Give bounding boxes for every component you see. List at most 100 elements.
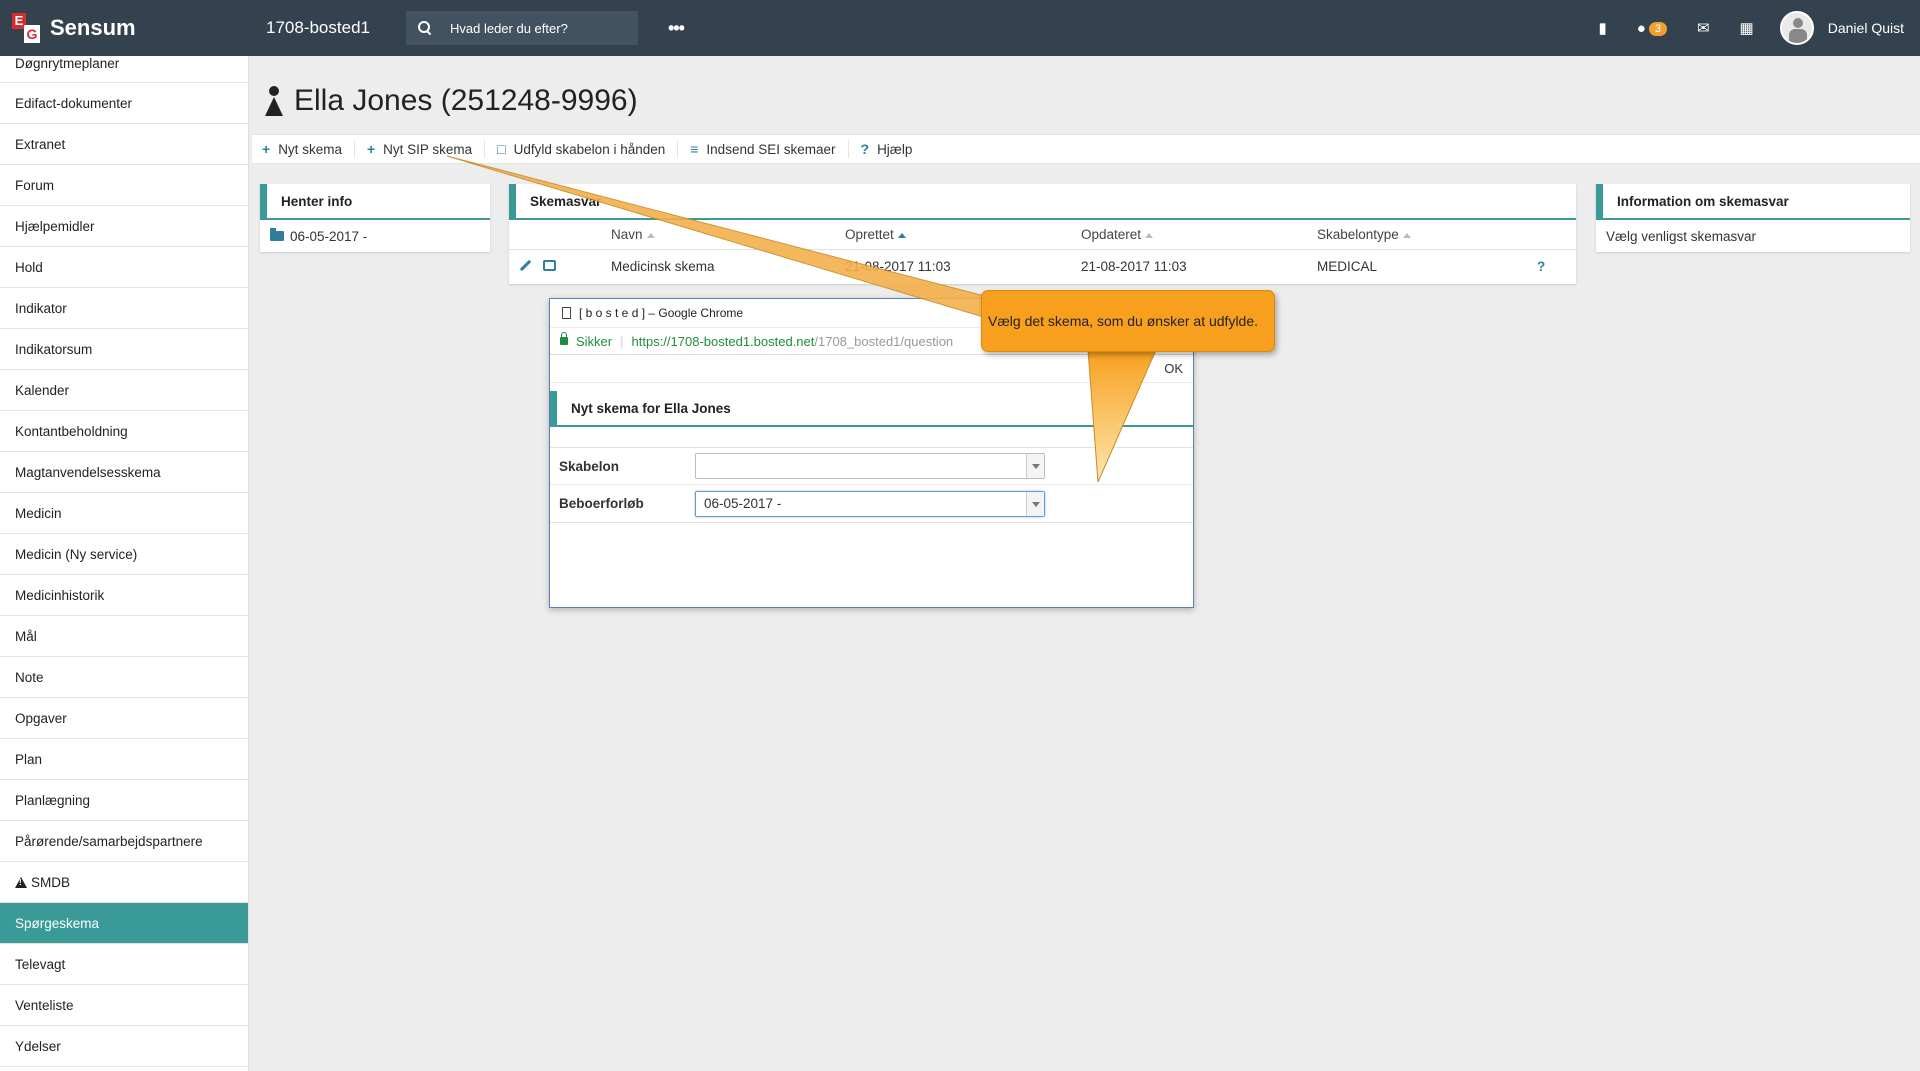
sidebar-item-dognrytmeplaner[interactable]: Døgnrytmeplaner [0, 56, 248, 83]
sidebar-item-medicin[interactable]: Medicin [0, 493, 248, 534]
lock-icon [560, 332, 568, 345]
sidebar-item-kalender[interactable]: Kalender [0, 370, 248, 411]
sidebar-item-planlaegning[interactable]: Planlægning [0, 780, 248, 821]
sidebar-item-paaroerende[interactable]: Pårørende/samarbejdspartnere [0, 821, 248, 862]
panel-title: Henter info [260, 184, 490, 220]
edit-pencil-icon[interactable] [519, 260, 531, 272]
messages-button[interactable]: ● 3 [1637, 20, 1667, 37]
sidebar-item-spoergeskema[interactable]: Spørgeskema [0, 903, 248, 944]
search-icon [418, 21, 432, 35]
user-avatar[interactable] [1779, 11, 1814, 45]
cell-oprettet: 21-08-2017 11:03 [845, 258, 951, 274]
cell-opdateret: 21-08-2017 11:03 [1081, 258, 1187, 274]
course-item[interactable]: 06-05-2017 - [260, 220, 490, 252]
eg-logo-icon: E G [12, 13, 40, 43]
form-answers-panel: Skemasvar Navn Oprettet Opdateret Skabel… [509, 184, 1576, 284]
search-box[interactable]: Hvad leder du efter? [406, 11, 638, 45]
help-button[interactable]: ? Hjælp [861, 140, 925, 158]
sidebar-item-extranet[interactable]: Extranet [0, 124, 248, 165]
column-header-opdateret[interactable]: Opdateret [1081, 227, 1317, 242]
cell-skabelontype: MEDICAL [1317, 258, 1378, 274]
column-header-skabelontype[interactable]: Skabelontype [1317, 227, 1537, 242]
url-host: https://1708-bosted1.bosted.net [631, 333, 815, 349]
sidebar-item-label: SMDB [31, 874, 71, 890]
ok-button[interactable]: OK [1164, 361, 1183, 376]
sidebar-item-edifact[interactable]: Edifact-dokumenter [0, 83, 248, 124]
table-row[interactable]: Medicinsk skema 21-08-2017 11:03 21-08-2… [509, 250, 1576, 282]
callout-text: Vælg det skema, som du ønsker at udfylde… [988, 313, 1259, 329]
send-sei-forms-button[interactable]: ≡ Indsend SEI skemaer [690, 140, 849, 158]
sidebar-item-forum[interactable]: Forum [0, 165, 248, 206]
sidebar-item-maal[interactable]: Mål [0, 616, 248, 657]
more-menu-icon[interactable]: ••• [668, 18, 685, 39]
sidebar-item-smdb[interactable]: SMDB [0, 862, 248, 903]
page-title: Ella Jones (251248-9996) [264, 84, 638, 118]
sidebar-item-kontantbeholdning[interactable]: Kontantbeholdning [0, 411, 248, 452]
popup-action-bar: ✖ OK [550, 355, 1193, 383]
sidebar-item-plan[interactable]: Plan [0, 739, 248, 780]
site-name[interactable]: 1708-bosted1 [266, 18, 406, 38]
sidebar-item-ydelser[interactable]: Ydelser [0, 1026, 248, 1067]
sidebar-item-hold[interactable]: Hold [0, 247, 248, 288]
sort-icon [1402, 232, 1411, 238]
messages-count-badge: 3 [1648, 21, 1667, 36]
url-path: /1708_bosted1/question [814, 333, 954, 349]
sidebar-item-note[interactable]: Note [0, 657, 248, 698]
cell-navn: Medicinsk skema [611, 258, 715, 274]
template-label: Skabelon [559, 458, 620, 474]
sidebar-item-venteliste[interactable]: Venteliste [0, 985, 248, 1026]
print-icon[interactable] [543, 260, 556, 271]
sidebar-item-opgaver[interactable]: Opgaver [0, 698, 248, 739]
sort-icon [646, 232, 655, 238]
warning-icon [15, 876, 27, 888]
sliders-icon: ≡ [690, 141, 699, 157]
table-header: Navn Oprettet Opdateret Skabelontype [509, 220, 1576, 250]
search-input[interactable]: Hvad leder du efter? [450, 21, 568, 36]
sidebar-item-medicinhistorik[interactable]: Medicinhistorik [0, 575, 248, 616]
female-person-icon [264, 86, 284, 116]
mail-icon[interactable]: ✉ [1697, 19, 1710, 37]
chat-icon: ● [1636, 19, 1646, 37]
form-answer-info-panel: Information om skemasvar Vælg venligst s… [1596, 184, 1910, 252]
new-form: Skabelon Beboerforløb 06-05-2017 - [550, 447, 1193, 523]
document-icon[interactable]: ▮ [1599, 19, 1607, 37]
page-icon [562, 307, 571, 319]
column-header-navn[interactable]: Navn [611, 227, 845, 242]
pdf-file-icon: □ [497, 141, 506, 157]
sidebar-item-hjaelpemidler[interactable]: Hjælpemidler [0, 206, 248, 247]
template-select[interactable] [695, 453, 1045, 479]
column-header-oprettet[interactable]: Oprettet [845, 227, 1081, 242]
new-sip-form-button[interactable]: + Nyt SIP skema [366, 140, 486, 158]
sort-icon [897, 232, 906, 238]
user-name[interactable]: Daniel Quist [1828, 20, 1904, 36]
sidebar: Døgnrytmeplaner Edifact-dokumenter Extra… [0, 56, 249, 1071]
question-icon: ? [860, 141, 870, 157]
folder-open-icon [270, 228, 284, 241]
sidebar-item-indikatorsum[interactable]: Indikatorsum [0, 329, 248, 370]
sidebar-item-magtanvendelsesskema[interactable]: Magtanvendelsesskema [0, 452, 248, 493]
sensum-logo[interactable]: E G Sensum [0, 13, 250, 43]
template-row: Skabelon [550, 448, 1193, 485]
sidebar-item-televagt[interactable]: Televagt [0, 944, 248, 985]
chevron-down-icon [1026, 454, 1044, 478]
course-select[interactable]: 06-05-2017 - [695, 490, 1045, 517]
new-form-button[interactable]: + Nyt skema [262, 140, 355, 158]
close-icon[interactable]: ✖ [1103, 361, 1114, 377]
sidebar-item-medicin-ny-service[interactable]: Medicin (Ny service) [0, 534, 248, 575]
top-navigation-bar: E G Sensum 1708-bosted1 Hvad leder du ef… [0, 0, 1920, 56]
calendar-icon[interactable]: ▦ [1740, 19, 1754, 37]
panel-title: Information om skemasvar [1596, 184, 1910, 220]
info-text: Vælg venligst skemasvar [1606, 228, 1757, 244]
secure-label: Sikker [576, 333, 613, 349]
info-panel: Henter info 06-05-2017 - [260, 184, 490, 252]
chevron-down-icon [1026, 491, 1044, 516]
course-row: Beboerforløb 06-05-2017 - [550, 485, 1193, 522]
plus-icon: + [366, 141, 376, 157]
fill-template-by-hand-button[interactable]: □ Udfyld skabelon i hånden [497, 140, 679, 158]
action-toolbar: + Nyt skema + Nyt SIP skema □ Udfyld ska… [252, 134, 1920, 164]
row-help-icon[interactable]: ? [1537, 259, 1545, 274]
resident-name: Ella Jones (251248-9996) [294, 84, 638, 117]
panel-title: Skemasvar [509, 184, 1576, 220]
sidebar-item-indikator[interactable]: Indikator [0, 288, 248, 329]
brand-name: Sensum [50, 15, 136, 40]
